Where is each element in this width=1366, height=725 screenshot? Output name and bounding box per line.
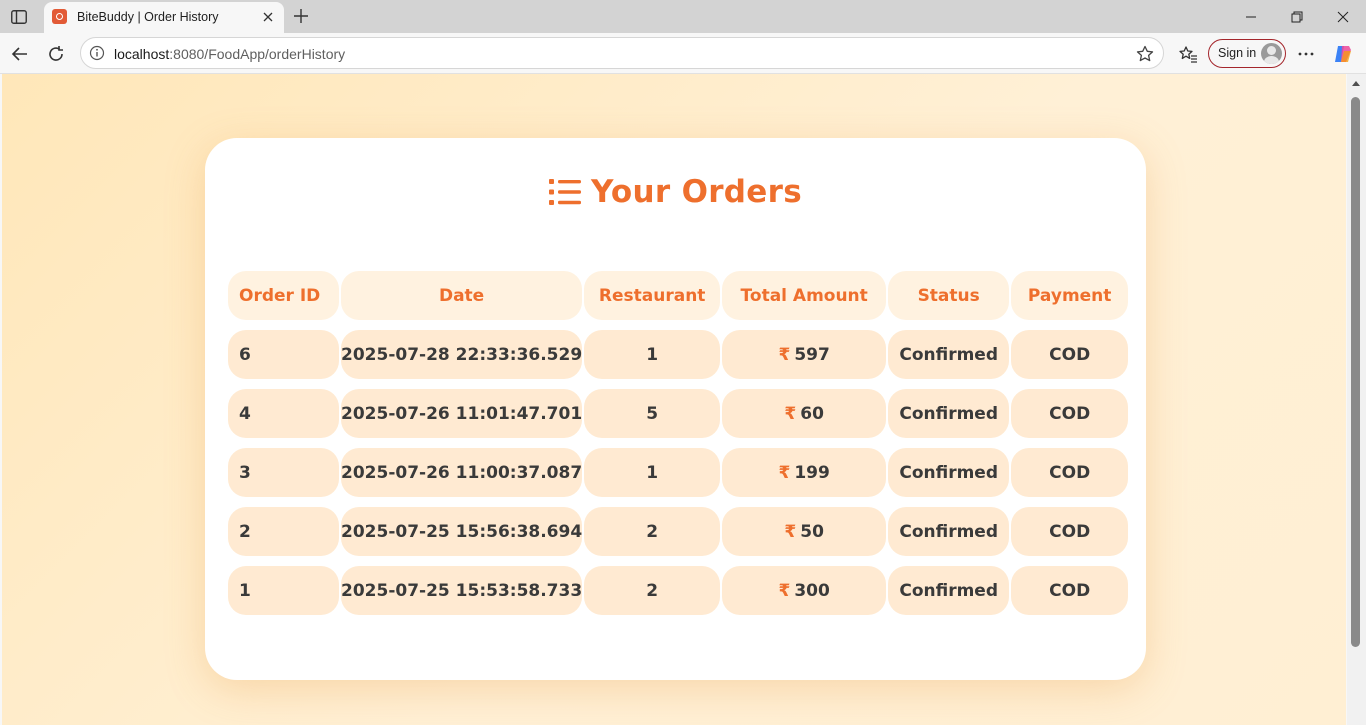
- table-row: 3 2025-07-26 11:00:37.087 1 ₹199 Confirm…: [228, 448, 1129, 497]
- date-cell: 2025-07-28 22:33:36.529: [341, 330, 583, 379]
- more-options-icon[interactable]: [1294, 42, 1318, 66]
- rupee-icon: ₹: [778, 580, 791, 601]
- tab-title: BiteBuddy | Order History: [77, 10, 219, 24]
- tab-bar: BiteBuddy | Order History: [0, 0, 1366, 33]
- restaurant-cell: 2: [584, 507, 721, 556]
- url-path: :8080/FoodApp/orderHistory: [169, 46, 346, 62]
- page-title-text: Your Orders: [591, 174, 802, 210]
- total-amount-cell: ₹60: [722, 389, 887, 438]
- status-cell: Confirmed: [888, 448, 1010, 497]
- rupee-icon: ₹: [778, 462, 791, 483]
- page-viewport: Your Orders Order ID Date Restaurant Tot…: [2, 74, 1346, 725]
- copilot-icon[interactable]: [1331, 42, 1355, 66]
- orders-card: Your Orders Order ID Date Restaurant Tot…: [205, 138, 1146, 680]
- restaurant-cell: 1: [584, 448, 721, 497]
- back-arrow-icon[interactable]: [8, 42, 32, 66]
- total-amount-cell: ₹199: [722, 448, 887, 497]
- date-cell: 2025-07-26 11:01:47.701: [341, 389, 583, 438]
- close-icon[interactable]: [260, 9, 276, 25]
- amount-value: 199: [794, 462, 830, 483]
- order-id-cell: 3: [228, 448, 339, 497]
- scrollbar-thumb[interactable]: [1351, 97, 1360, 647]
- restaurant-cell: 2: [584, 566, 721, 615]
- url-host: localhost: [114, 46, 170, 62]
- status-cell: Confirmed: [888, 566, 1010, 615]
- amount-value: 300: [794, 580, 830, 601]
- payment-cell: COD: [1011, 330, 1129, 379]
- restaurant-cell: 5: [584, 389, 721, 438]
- scroll-up-arrow-icon[interactable]: [1352, 81, 1360, 86]
- refresh-icon[interactable]: [44, 42, 68, 66]
- column-header-status: Status: [888, 271, 1010, 320]
- restaurant-cell: 1: [584, 330, 721, 379]
- table-row: 6 2025-07-28 22:33:36.529 1 ₹597 Confirm…: [228, 330, 1129, 379]
- order-id-cell: 4: [228, 389, 339, 438]
- order-id-cell: 1: [228, 566, 339, 615]
- table-row: 4 2025-07-26 11:01:47.701 5 ₹60 Confirme…: [228, 389, 1129, 438]
- window-close-icon[interactable]: [1320, 0, 1366, 33]
- table-row: 1 2025-07-25 15:53:58.733 2 ₹300 Confirm…: [228, 566, 1129, 615]
- rupee-icon: ₹: [784, 521, 797, 542]
- amount-value: 60: [800, 403, 824, 424]
- site-favicon-icon: [52, 9, 67, 24]
- total-amount-cell: ₹300: [722, 566, 887, 615]
- sign-in-label: Sign in: [1218, 46, 1257, 60]
- column-header-order-id: Order ID: [228, 271, 339, 320]
- table-header-row: Order ID Date Restaurant Total Amount St…: [228, 271, 1129, 320]
- column-header-payment: Payment: [1011, 271, 1129, 320]
- payment-cell: COD: [1011, 389, 1129, 438]
- date-cell: 2025-07-26 11:00:37.087: [341, 448, 583, 497]
- rupee-icon: ₹: [784, 403, 797, 424]
- favorite-star-icon[interactable]: [1135, 44, 1155, 64]
- status-cell: Confirmed: [888, 507, 1010, 556]
- total-amount-cell: ₹50: [722, 507, 887, 556]
- minimize-icon[interactable]: [1228, 0, 1274, 33]
- date-cell: 2025-07-25 15:53:58.733: [341, 566, 583, 615]
- status-cell: Confirmed: [888, 389, 1010, 438]
- total-amount-cell: ₹597: [722, 330, 887, 379]
- address-bar[interactable]: localhost:8080/FoodApp/orderHistory: [80, 37, 1164, 69]
- new-tab-button[interactable]: [290, 5, 312, 27]
- payment-cell: COD: [1011, 507, 1129, 556]
- site-info-icon[interactable]: [89, 45, 105, 61]
- column-header-restaurant: Restaurant: [584, 271, 721, 320]
- url-text: localhost:8080/FoodApp/orderHistory: [114, 46, 345, 62]
- active-tab[interactable]: BiteBuddy | Order History: [44, 2, 284, 33]
- payment-cell: COD: [1011, 448, 1129, 497]
- amount-value: 597: [794, 344, 830, 365]
- status-cell: Confirmed: [888, 330, 1010, 379]
- order-id-cell: 6: [228, 330, 339, 379]
- order-id-cell: 2: [228, 507, 339, 556]
- payment-cell: COD: [1011, 566, 1129, 615]
- page-title: Your Orders: [205, 174, 1146, 210]
- avatar: [1261, 43, 1282, 64]
- date-cell: 2025-07-25 15:56:38.694: [341, 507, 583, 556]
- favorites-icon[interactable]: [1176, 42, 1200, 66]
- vertical-scrollbar[interactable]: [1347, 74, 1366, 725]
- orders-table: Order ID Date Restaurant Total Amount St…: [226, 261, 1130, 625]
- restore-icon[interactable]: [1274, 0, 1320, 33]
- tab-actions-icon[interactable]: [8, 6, 30, 28]
- list-icon: [549, 178, 582, 206]
- table-row: 2 2025-07-25 15:56:38.694 2 ₹50 Confirme…: [228, 507, 1129, 556]
- sign-in-button[interactable]: Sign in: [1208, 39, 1286, 68]
- column-header-total-amount: Total Amount: [722, 271, 887, 320]
- amount-value: 50: [800, 521, 824, 542]
- browser-toolbar: localhost:8080/FoodApp/orderHistory Sign…: [0, 33, 1366, 74]
- column-header-date: Date: [341, 271, 583, 320]
- rupee-icon: ₹: [778, 344, 791, 365]
